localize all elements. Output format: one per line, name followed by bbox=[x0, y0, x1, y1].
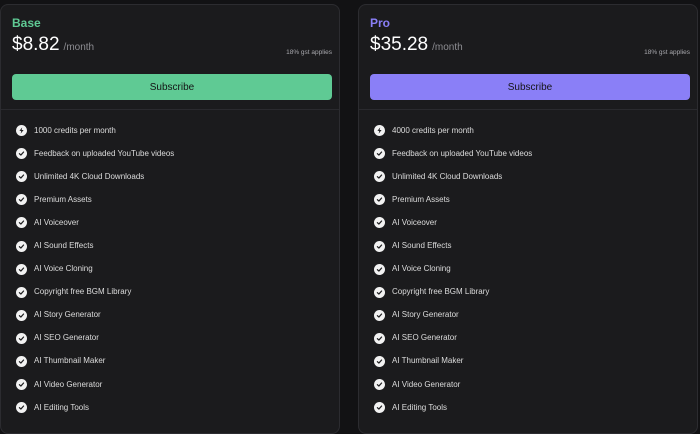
check-circle-icon bbox=[16, 402, 27, 414]
check-circle-icon bbox=[16, 379, 27, 391]
feature-label: Copyright free BGM Library bbox=[392, 287, 490, 297]
feature-label: AI Voice Cloning bbox=[392, 264, 451, 274]
check-circle-icon bbox=[16, 286, 27, 298]
feature-label: AI Thumbnail Maker bbox=[392, 356, 464, 366]
feature-label: AI Video Generator bbox=[392, 379, 461, 389]
feature-item: Copyright free BGM Library bbox=[16, 281, 174, 304]
feature-label: Unlimited 4K Cloud Downloads bbox=[392, 171, 503, 181]
plan-name: Pro bbox=[370, 16, 391, 30]
feature-item: Feedback on uploaded YouTube videos bbox=[16, 142, 174, 165]
subscribe-button-base[interactable]: Subscribe bbox=[12, 74, 332, 100]
feature-item: AI Voiceover bbox=[16, 211, 174, 234]
feature-label: AI Editing Tools bbox=[392, 402, 447, 412]
feature-label: AI Sound Effects bbox=[392, 241, 452, 251]
billing-period: /month bbox=[432, 42, 463, 53]
billing-period: /month bbox=[63, 42, 95, 53]
feature-item: AI Video Generator bbox=[16, 373, 174, 396]
feature-item: AI Editing Tools bbox=[374, 396, 532, 419]
plan-name: Base bbox=[12, 16, 41, 30]
check-circle-icon bbox=[374, 263, 385, 275]
subscribe-button-pro[interactable]: Subscribe bbox=[370, 74, 690, 100]
feature-label: 1000 credits per month bbox=[34, 125, 116, 135]
check-circle-icon bbox=[374, 194, 385, 206]
plan-card-base: Base $8.82 /month 18% gst applies Subscr… bbox=[0, 4, 340, 434]
feature-item: AI Voice Cloning bbox=[16, 258, 174, 281]
feature-item: Premium Assets bbox=[16, 188, 174, 211]
tax-note: 18% gst applies bbox=[286, 49, 332, 56]
feature-label: Copyright free BGM Library bbox=[34, 287, 132, 297]
feature-label: Premium Assets bbox=[392, 194, 450, 204]
feature-list: 1000 credits per month Feedback on upload… bbox=[16, 119, 174, 419]
check-circle-icon bbox=[16, 355, 27, 367]
feature-item: AI Voiceover bbox=[374, 211, 532, 234]
feature-item: AI Story Generator bbox=[374, 304, 532, 327]
divider bbox=[1, 109, 339, 110]
feature-item: AI Sound Effects bbox=[374, 234, 532, 257]
check-circle-icon bbox=[374, 148, 385, 160]
feature-item: AI Editing Tools bbox=[16, 396, 174, 419]
feature-item: AI SEO Generator bbox=[16, 327, 174, 350]
feature-label: AI Story Generator bbox=[392, 310, 459, 320]
feature-item: 4000 credits per month bbox=[374, 119, 532, 142]
check-circle-icon bbox=[374, 217, 385, 229]
check-circle-icon bbox=[374, 286, 385, 298]
feature-item: AI Video Generator bbox=[374, 373, 532, 396]
plan-price: $35.28 bbox=[370, 34, 429, 55]
check-circle-icon bbox=[16, 217, 27, 229]
feature-item: Feedback on uploaded YouTube videos bbox=[374, 142, 532, 165]
price-row: $8.82 /month bbox=[12, 33, 94, 57]
plan-card-pro: Pro $35.28 /month 18% gst applies Subscr… bbox=[358, 4, 698, 434]
check-circle-icon bbox=[16, 240, 27, 252]
feature-label: AI Sound Effects bbox=[34, 241, 94, 251]
check-circle-icon bbox=[16, 148, 27, 160]
price-row: $35.28 /month bbox=[370, 33, 463, 57]
plan-price: $8.82 bbox=[12, 34, 60, 55]
feature-label: AI Voiceover bbox=[34, 217, 79, 227]
feature-label: Unlimited 4K Cloud Downloads bbox=[34, 171, 145, 181]
feature-label: AI Editing Tools bbox=[34, 402, 89, 412]
feature-item: AI Sound Effects bbox=[16, 234, 174, 257]
divider bbox=[359, 109, 697, 110]
check-circle-icon bbox=[374, 402, 385, 414]
feature-label: AI Voice Cloning bbox=[34, 264, 93, 274]
feature-label: AI Thumbnail Maker bbox=[34, 356, 106, 366]
check-circle-icon bbox=[374, 332, 385, 344]
feature-item: AI SEO Generator bbox=[374, 327, 532, 350]
check-circle-icon bbox=[16, 171, 27, 183]
check-circle-icon bbox=[16, 332, 27, 344]
feature-item: Copyright free BGM Library bbox=[374, 281, 532, 304]
feature-item: 1000 credits per month bbox=[16, 119, 174, 142]
bolt-icon bbox=[16, 125, 27, 137]
feature-item: AI Voice Cloning bbox=[374, 258, 532, 281]
check-circle-icon bbox=[16, 194, 27, 206]
feature-item: AI Thumbnail Maker bbox=[374, 350, 532, 373]
check-circle-icon bbox=[374, 355, 385, 367]
check-circle-icon bbox=[374, 240, 385, 252]
feature-item: Unlimited 4K Cloud Downloads bbox=[374, 165, 532, 188]
check-circle-icon bbox=[374, 171, 385, 183]
feature-item: AI Thumbnail Maker bbox=[16, 350, 174, 373]
feature-item: AI Story Generator bbox=[16, 304, 174, 327]
feature-item: Premium Assets bbox=[374, 188, 532, 211]
check-circle-icon bbox=[374, 309, 385, 321]
bolt-icon bbox=[374, 125, 385, 137]
tax-note: 18% gst applies bbox=[644, 49, 690, 56]
check-circle-icon bbox=[16, 309, 27, 321]
feature-label: Feedback on uploaded YouTube videos bbox=[34, 148, 175, 158]
feature-label: AI Voiceover bbox=[392, 217, 437, 227]
feature-label: AI SEO Generator bbox=[392, 333, 457, 343]
feature-label: Premium Assets bbox=[34, 194, 92, 204]
feature-item: Unlimited 4K Cloud Downloads bbox=[16, 165, 174, 188]
check-circle-icon bbox=[374, 379, 385, 391]
feature-list: 4000 credits per month Feedback on upload… bbox=[374, 119, 532, 419]
feature-label: AI SEO Generator bbox=[34, 333, 99, 343]
feature-label: 4000 credits per month bbox=[392, 125, 474, 135]
feature-label: AI Video Generator bbox=[34, 379, 103, 389]
feature-label: Feedback on uploaded YouTube videos bbox=[392, 148, 533, 158]
feature-label: AI Story Generator bbox=[34, 310, 101, 320]
check-circle-icon bbox=[16, 263, 27, 275]
